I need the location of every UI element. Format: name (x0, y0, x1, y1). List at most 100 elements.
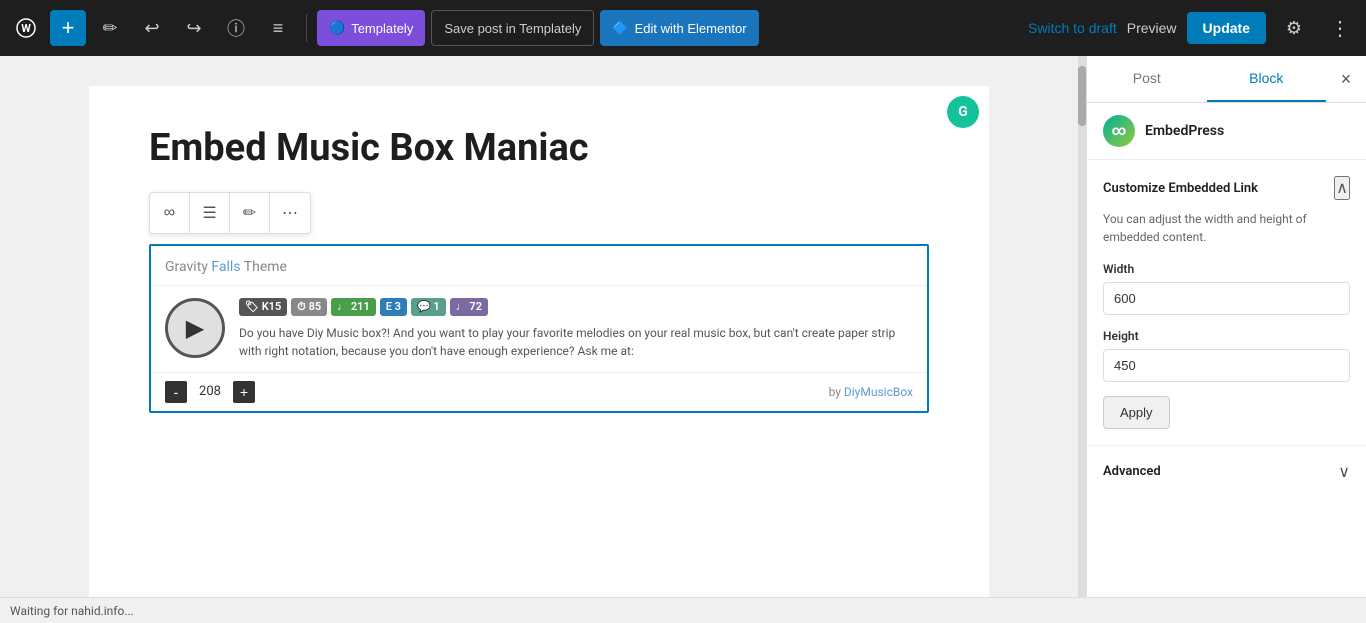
embed-content: Gravity Falls Theme ▶ 🏷 K15 ⏱ 85 (151, 246, 927, 411)
add-block-button[interactable]: + (50, 10, 86, 46)
templately-button[interactable]: 🔵 Templately (317, 10, 425, 46)
tag-211: ♩ 211 (331, 298, 376, 316)
empty-editor-area[interactable] (149, 413, 929, 513)
align-icon: ☰ (202, 203, 216, 223)
main-area: Embed Music Box Maniac ∞ ☰ ✏ ⋯ (0, 56, 1366, 597)
chevron-down-icon: ∨ (1338, 462, 1350, 481)
editor-inner: Embed Music Box Maniac ∞ ☰ ✏ ⋯ (89, 86, 989, 597)
width-input[interactable] (1103, 282, 1350, 315)
theme-text: Theme (244, 259, 287, 275)
falls-text: Falls (211, 259, 243, 275)
minus-icon: - (174, 384, 179, 400)
customize-desc: You can adjust the width and height of e… (1103, 210, 1350, 246)
more-options-button[interactable]: ⋮ (1322, 10, 1358, 46)
elementor-icon: 🔷 (612, 20, 628, 36)
height-field: Height (1103, 329, 1350, 396)
embed-tags: 🏷 K15 ⏱ 85 ♩ 211 E 3 💬 1 ♩ 72 (239, 298, 913, 316)
play-button[interactable]: ▶ (165, 298, 225, 358)
by-label: by (829, 385, 844, 399)
customize-collapse-button[interactable]: ∧ (1334, 176, 1350, 200)
embed-meta: 🏷 K15 ⏱ 85 ♩ 211 E 3 💬 1 ♩ 72 Do you hav… (239, 298, 913, 360)
editor-scrollbar[interactable] (1078, 56, 1086, 597)
list-view-button[interactable]: ≡ (260, 10, 296, 46)
top-right-actions: Switch to draft Preview Update ⚙ ⋮ (1028, 10, 1358, 46)
toolbar-divider (306, 14, 307, 42)
embed-by: by DiyMusicBox (263, 385, 913, 399)
grammarly-icon[interactable]: G (947, 96, 979, 128)
templately-icon: 🔵 (329, 20, 345, 36)
embed-footer: - 208 + by DiyMusicBox (151, 372, 927, 411)
apply-button[interactable]: Apply (1103, 396, 1170, 429)
undo-icon: ↩ (144, 18, 159, 39)
pencil-block-icon: ✏ (243, 203, 256, 223)
status-text: Waiting for nahid.info... (10, 604, 134, 618)
switch-draft-button[interactable]: Switch to draft (1028, 20, 1117, 36)
embed-icon-btn[interactable]: ∞ (150, 193, 190, 233)
panel-close-button[interactable]: × (1326, 56, 1366, 102)
right-panel: Post Block × ∞ EmbedPress Customize Embe… (1086, 56, 1366, 597)
elementor-button[interactable]: 🔷 Edit with Elementor (600, 10, 758, 46)
plus-counter-icon: + (240, 384, 248, 400)
redo-icon: ↪ (186, 18, 201, 39)
info-icon: ⓘ (227, 15, 245, 41)
undo-button[interactable]: ↩ (134, 10, 170, 46)
embedpress-icon: ∞ (1103, 115, 1135, 147)
editor-scrollbar-thumb (1078, 66, 1086, 126)
height-label: Height (1103, 329, 1350, 343)
counter-value: 208 (195, 384, 225, 399)
advanced-title: Advanced (1103, 464, 1161, 479)
plus-icon: + (62, 15, 75, 41)
elementor-label: Edit with Elementor (635, 21, 747, 36)
editor-area: Embed Music Box Maniac ∞ ☰ ✏ ⋯ (0, 56, 1078, 597)
tag-comment1: 💬 1 (411, 298, 446, 316)
more-block-icon: ⋯ (282, 203, 298, 223)
settings-button[interactable]: ⚙ (1276, 10, 1312, 46)
save-templately-button[interactable]: Save post in Templately (431, 10, 594, 46)
customize-header: Customize Embedded Link ∧ (1103, 176, 1350, 200)
update-button[interactable]: Update (1187, 12, 1266, 44)
chevron-up-icon: ∧ (1336, 180, 1348, 197)
embedpress-section: ∞ EmbedPress (1087, 103, 1366, 160)
svg-text:W: W (21, 22, 31, 35)
save-templately-label: Save post in Templately (444, 21, 581, 36)
panel-tabs: Post Block × (1087, 56, 1366, 103)
play-icon: ▶ (186, 314, 204, 342)
tag-e3: E 3 (380, 298, 407, 316)
counter-minus-button[interactable]: - (165, 381, 187, 403)
embedpress-label: EmbedPress (1145, 123, 1224, 139)
embed-body: ▶ 🏷 K15 ⏱ 85 ♩ 211 E 3 💬 1 ♩ 72 (151, 286, 927, 372)
block-toolbar: ∞ ☰ ✏ ⋯ (149, 192, 311, 234)
tab-post[interactable]: Post (1087, 56, 1207, 102)
info-button[interactable]: ⓘ (218, 10, 254, 46)
list-icon: ≡ (273, 18, 284, 39)
redo-button[interactable]: ↪ (176, 10, 212, 46)
embed-title: Gravity Falls Theme (165, 259, 287, 275)
more-icon: ⋮ (1330, 16, 1350, 41)
width-label: Width (1103, 262, 1350, 276)
embed-description: Do you have Diy Music box?! And you want… (239, 324, 913, 360)
advanced-section: Advanced ∨ (1087, 446, 1366, 497)
advanced-header[interactable]: Advanced ∨ (1103, 462, 1350, 481)
preview-button[interactable]: Preview (1127, 20, 1177, 36)
more-block-options-btn[interactable]: ⋯ (270, 193, 310, 233)
gravity-text: Gravity (165, 259, 211, 275)
edit-tool-button[interactable]: ✏ (92, 10, 128, 46)
post-title[interactable]: Embed Music Box Maniac (149, 126, 929, 172)
change-alignment-btn[interactable]: ☰ (190, 193, 230, 233)
tag-k15: 🏷 K15 (239, 298, 287, 316)
embed-header: Gravity Falls Theme (151, 246, 927, 286)
tag-85: ⏱ 85 (291, 298, 327, 316)
tab-block[interactable]: Block (1207, 56, 1327, 102)
gear-icon: ⚙ (1286, 18, 1302, 39)
link-icon: ∞ (164, 204, 175, 222)
edit-btn[interactable]: ✏ (230, 193, 270, 233)
top-toolbar: W + ✏ ↩ ↪ ⓘ ≡ 🔵 Templately Save post in … (0, 0, 1366, 56)
height-input[interactable] (1103, 349, 1350, 382)
counter-plus-button[interactable]: + (233, 381, 255, 403)
embed-by-link[interactable]: DiyMusicBox (844, 385, 913, 399)
close-icon: × (1341, 69, 1352, 90)
wp-logo-icon[interactable]: W (8, 10, 44, 46)
templately-label: Templately (351, 21, 413, 36)
customize-section: Customize Embedded Link ∧ You can adjust… (1087, 160, 1366, 446)
pencil-icon: ✏ (102, 18, 117, 39)
